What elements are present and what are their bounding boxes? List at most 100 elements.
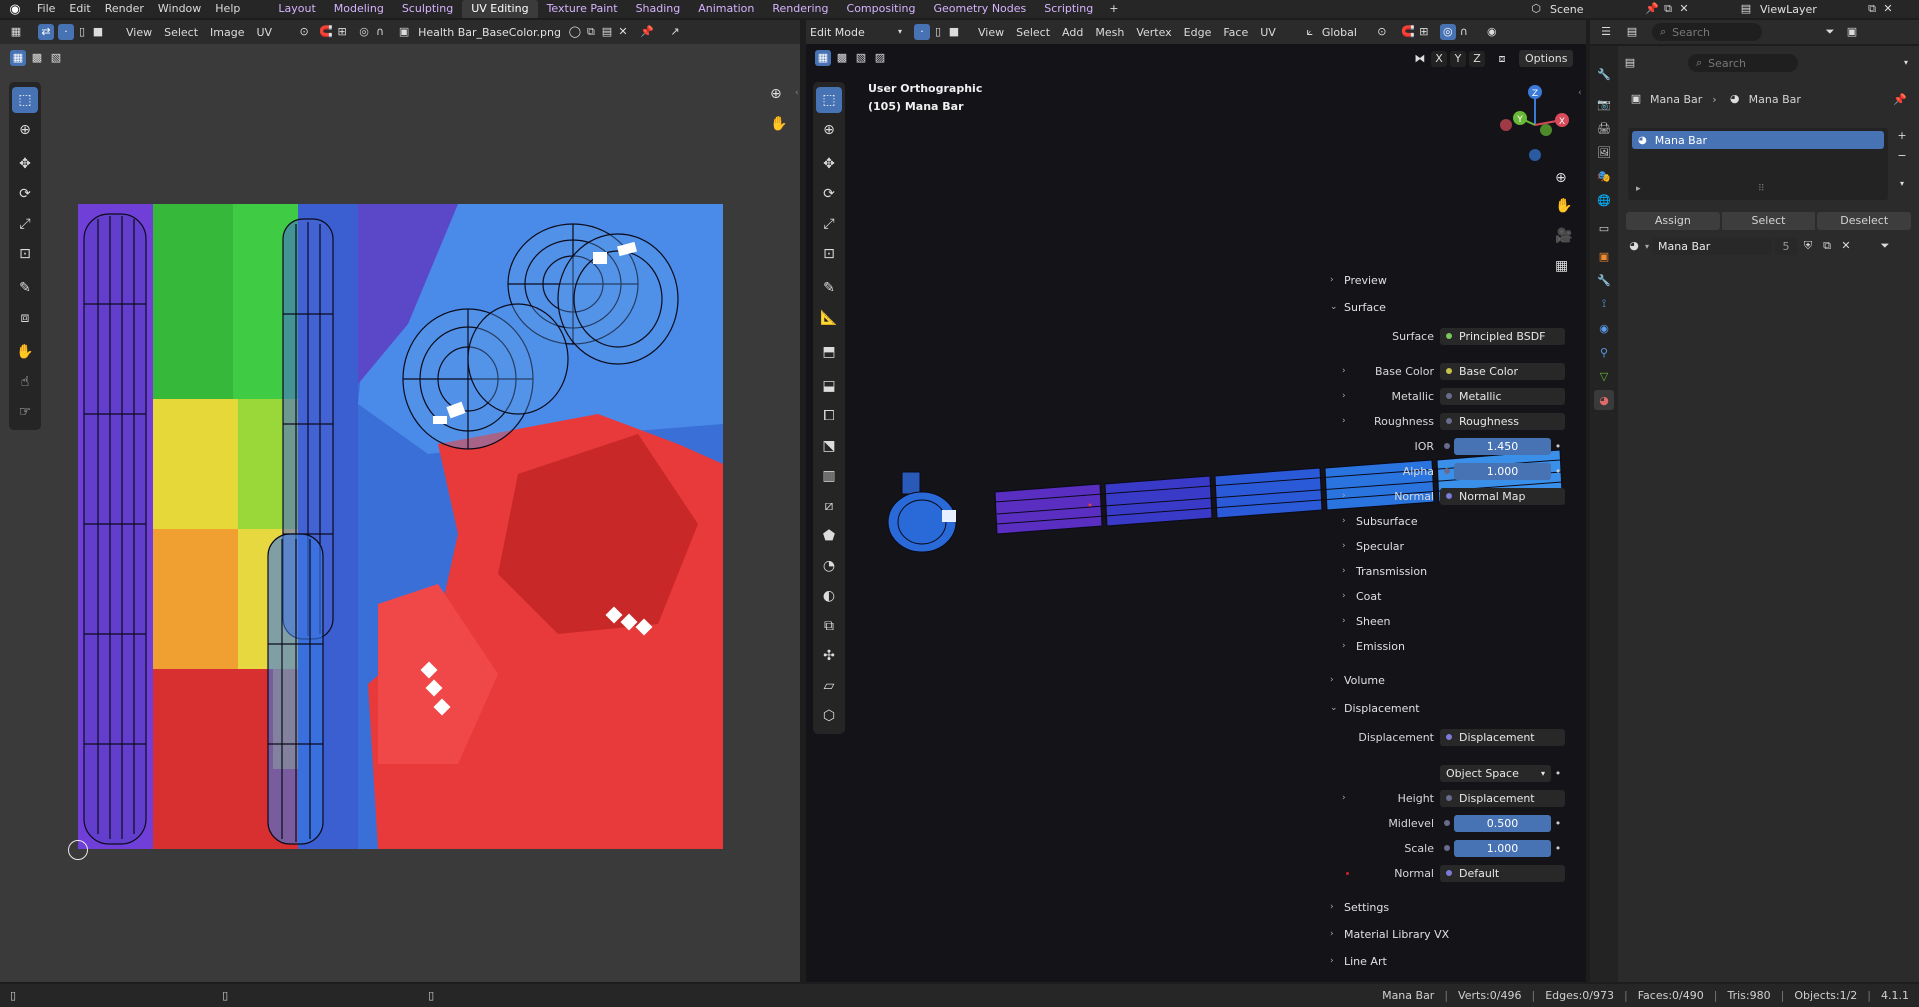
annotate-tool-icon[interactable]: ✎: [12, 275, 38, 301]
keyframe-dot-icon[interactable]: •: [1551, 767, 1565, 780]
select-button[interactable]: Select: [1721, 212, 1816, 230]
new-scene-icon[interactable]: ⧉: [1660, 1, 1676, 17]
viewlayer-icon[interactable]: ▤: [1738, 1, 1754, 17]
tab-rendering[interactable]: Rendering: [763, 0, 837, 18]
select-box-tool-icon[interactable]: ⬚: [12, 87, 38, 113]
topology-mirror-icon[interactable]: ⧈: [1494, 51, 1510, 67]
midlevel-field[interactable]: 0.500: [1454, 814, 1551, 832]
scale-tool-icon[interactable]: ⤢: [12, 211, 38, 237]
viewport-menu-vertex[interactable]: Vertex: [1130, 26, 1177, 39]
2d-cursor-icon[interactable]: [68, 840, 88, 860]
properties-editor-type-icon[interactable]: ▤: [1622, 55, 1638, 71]
scene-icon[interactable]: ⬡: [1528, 1, 1544, 17]
duplicate-material-icon[interactable]: ⧉: [1819, 238, 1835, 254]
scene-selector[interactable]: Scene: [1544, 3, 1644, 16]
slot-specials-chevron-icon[interactable]: ▾: [1894, 176, 1910, 192]
properties-search-input[interactable]: Search: [1702, 57, 1746, 70]
tab-modeling[interactable]: Modeling: [325, 0, 393, 18]
options-dropdown[interactable]: Options: [1519, 50, 1574, 67]
particles-tab-icon[interactable]: ⟟: [1594, 294, 1614, 314]
falloff-icon[interactable]: ∩: [372, 24, 388, 40]
new-collection-icon[interactable]: ▣: [1844, 24, 1860, 40]
vp-select-extend-icon[interactable]: ▩: [834, 50, 850, 66]
properties-options-chevron-icon[interactable]: ▾: [1898, 55, 1914, 71]
delete-viewlayer-icon[interactable]: ✕: [1880, 1, 1896, 17]
filter-icon[interactable]: ⏷: [1822, 24, 1838, 40]
alpha-field[interactable]: 1.000: [1454, 462, 1551, 480]
fake-user-icon[interactable]: ◯: [567, 24, 583, 40]
unlink-image-icon[interactable]: ✕: [615, 24, 631, 40]
vp-poly-build-tool-icon[interactable]: ⬟: [816, 523, 842, 549]
material-tab-icon[interactable]: ◕: [1594, 390, 1614, 410]
displacement-field[interactable]: Displacement: [1440, 728, 1565, 746]
vp-select-box-tool-icon[interactable]: ⬚: [816, 87, 842, 113]
camera-view-icon[interactable]: 🎥: [1555, 228, 1572, 244]
object-tab-icon[interactable]: ▣: [1594, 246, 1614, 266]
collection-tab-icon[interactable]: ▭: [1594, 218, 1614, 238]
add-slot-icon[interactable]: +: [1894, 128, 1910, 144]
menu-file[interactable]: File: [30, 0, 62, 18]
fake-user-shield-icon[interactable]: ⛨: [1800, 238, 1816, 254]
tab-uv-editing[interactable]: UV Editing: [462, 0, 538, 18]
vp-knife-tool-icon[interactable]: ⧄: [816, 493, 842, 519]
unlink-material-icon[interactable]: ✕: [1838, 238, 1854, 254]
section-material-library[interactable]: › Material Library VX: [1330, 924, 1555, 944]
metallic-field[interactable]: Metallic: [1440, 387, 1565, 405]
menu-help[interactable]: Help: [208, 0, 247, 18]
section-settings[interactable]: › Settings: [1330, 897, 1555, 917]
tab-shading[interactable]: Shading: [627, 0, 690, 18]
pin-image-icon[interactable]: 📌: [639, 24, 655, 40]
vp-rip-tool-icon[interactable]: ⬡: [816, 703, 842, 729]
navigation-gizmo[interactable]: Z X Y: [1490, 80, 1580, 170]
roughness-field[interactable]: Roughness: [1440, 412, 1565, 430]
vp-select-subtract-icon[interactable]: ▧: [853, 50, 869, 66]
rip-tool-icon[interactable]: ⧈: [12, 305, 38, 331]
delete-scene-icon[interactable]: ✕: [1676, 1, 1692, 17]
viewport-menu-select[interactable]: Select: [1010, 26, 1056, 39]
menu-window[interactable]: Window: [151, 0, 208, 18]
vp-select-invert-icon[interactable]: ▨: [872, 50, 888, 66]
roughness-expand-icon[interactable]: ›: [1342, 416, 1356, 426]
ortho-toggle-icon[interactable]: ▦: [1555, 258, 1568, 274]
viewport-menu-add[interactable]: Add: [1056, 26, 1089, 39]
keyframe-dot-icon[interactable]: •: [1551, 842, 1565, 855]
vertex-mode-icon[interactable]: ·: [914, 24, 930, 40]
displacement-space-select[interactable]: Object Space ▾: [1440, 764, 1551, 782]
uv-sync-selection-icon[interactable]: ⇄: [38, 24, 54, 40]
vp-zoom-icon[interactable]: ⊕: [1555, 170, 1567, 186]
vp-select-new-icon[interactable]: ▦: [815, 50, 831, 66]
proportional-edit-icon[interactable]: ◎: [356, 24, 372, 40]
keyframe-dot-icon[interactable]: •: [1551, 817, 1565, 830]
sidebar-toggle-icon[interactable]: ‹: [795, 88, 799, 98]
browse-chevron-icon[interactable]: ▾: [1645, 242, 1649, 251]
vp-annotate-tool-icon[interactable]: ✎: [816, 275, 842, 301]
viewport-menu-uv[interactable]: UV: [1254, 26, 1282, 39]
disp-normal-field[interactable]: Default: [1440, 864, 1565, 882]
vp-pan-hand-icon[interactable]: ✋: [1555, 198, 1572, 214]
base-color-expand-icon[interactable]: ›: [1342, 366, 1356, 376]
remove-slot-icon[interactable]: −: [1894, 148, 1910, 164]
mode-selector[interactable]: Edit Mode: [806, 26, 892, 39]
output-tab-icon[interactable]: 🖨: [1594, 118, 1614, 138]
gizmo-neg-z-axis[interactable]: [1529, 149, 1541, 161]
slot-expand-icon[interactable]: ▸: [1636, 184, 1641, 194]
snap-target-icon[interactable]: ⊞: [334, 24, 350, 40]
open-image-icon[interactable]: ▤: [599, 24, 615, 40]
base-color-field[interactable]: Base Color: [1440, 362, 1565, 380]
vp-measure-tool-icon[interactable]: 📐: [816, 305, 842, 331]
vp-move-tool-icon[interactable]: ✥: [816, 151, 842, 177]
tab-animation[interactable]: Animation: [689, 0, 763, 18]
select-subtract-icon[interactable]: ▧: [48, 50, 64, 66]
add-workspace-button[interactable]: +: [1102, 0, 1125, 18]
proportional-falloff-icon[interactable]: ∩: [1456, 24, 1472, 40]
section-sheen[interactable]: › Sheen: [1342, 611, 1567, 631]
vp-rotate-tool-icon[interactable]: ⟳: [816, 181, 842, 207]
move-tool-icon[interactable]: ✥: [12, 151, 38, 177]
browse-material-icon[interactable]: ◕: [1626, 238, 1642, 254]
cursor-tool-icon[interactable]: ⊕: [12, 117, 38, 143]
zoom-icon[interactable]: ⊕: [770, 86, 782, 102]
mirror-z-button[interactable]: Z: [1469, 50, 1485, 67]
relax-tool-icon[interactable]: ☝: [12, 369, 38, 395]
pin-properties-icon[interactable]: 📌: [1893, 93, 1907, 106]
uv-menu-image[interactable]: Image: [204, 26, 250, 39]
